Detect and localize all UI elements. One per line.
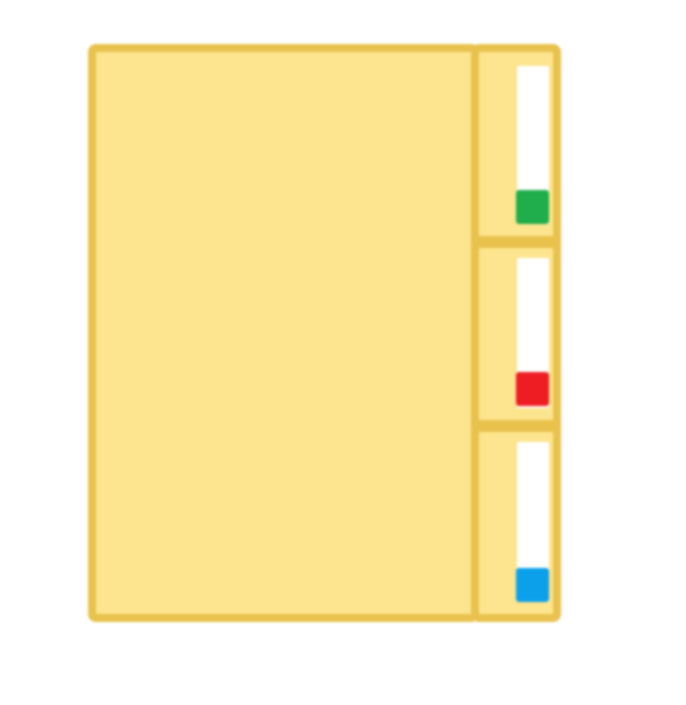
side-separator (475, 236, 557, 248)
main-panel (88, 44, 479, 622)
canvas (0, 0, 686, 705)
split-panel-icon (88, 44, 561, 622)
green-indicator (516, 190, 549, 224)
blue-indicator (516, 568, 549, 602)
red-indicator (516, 372, 549, 406)
side-separator (475, 420, 557, 432)
